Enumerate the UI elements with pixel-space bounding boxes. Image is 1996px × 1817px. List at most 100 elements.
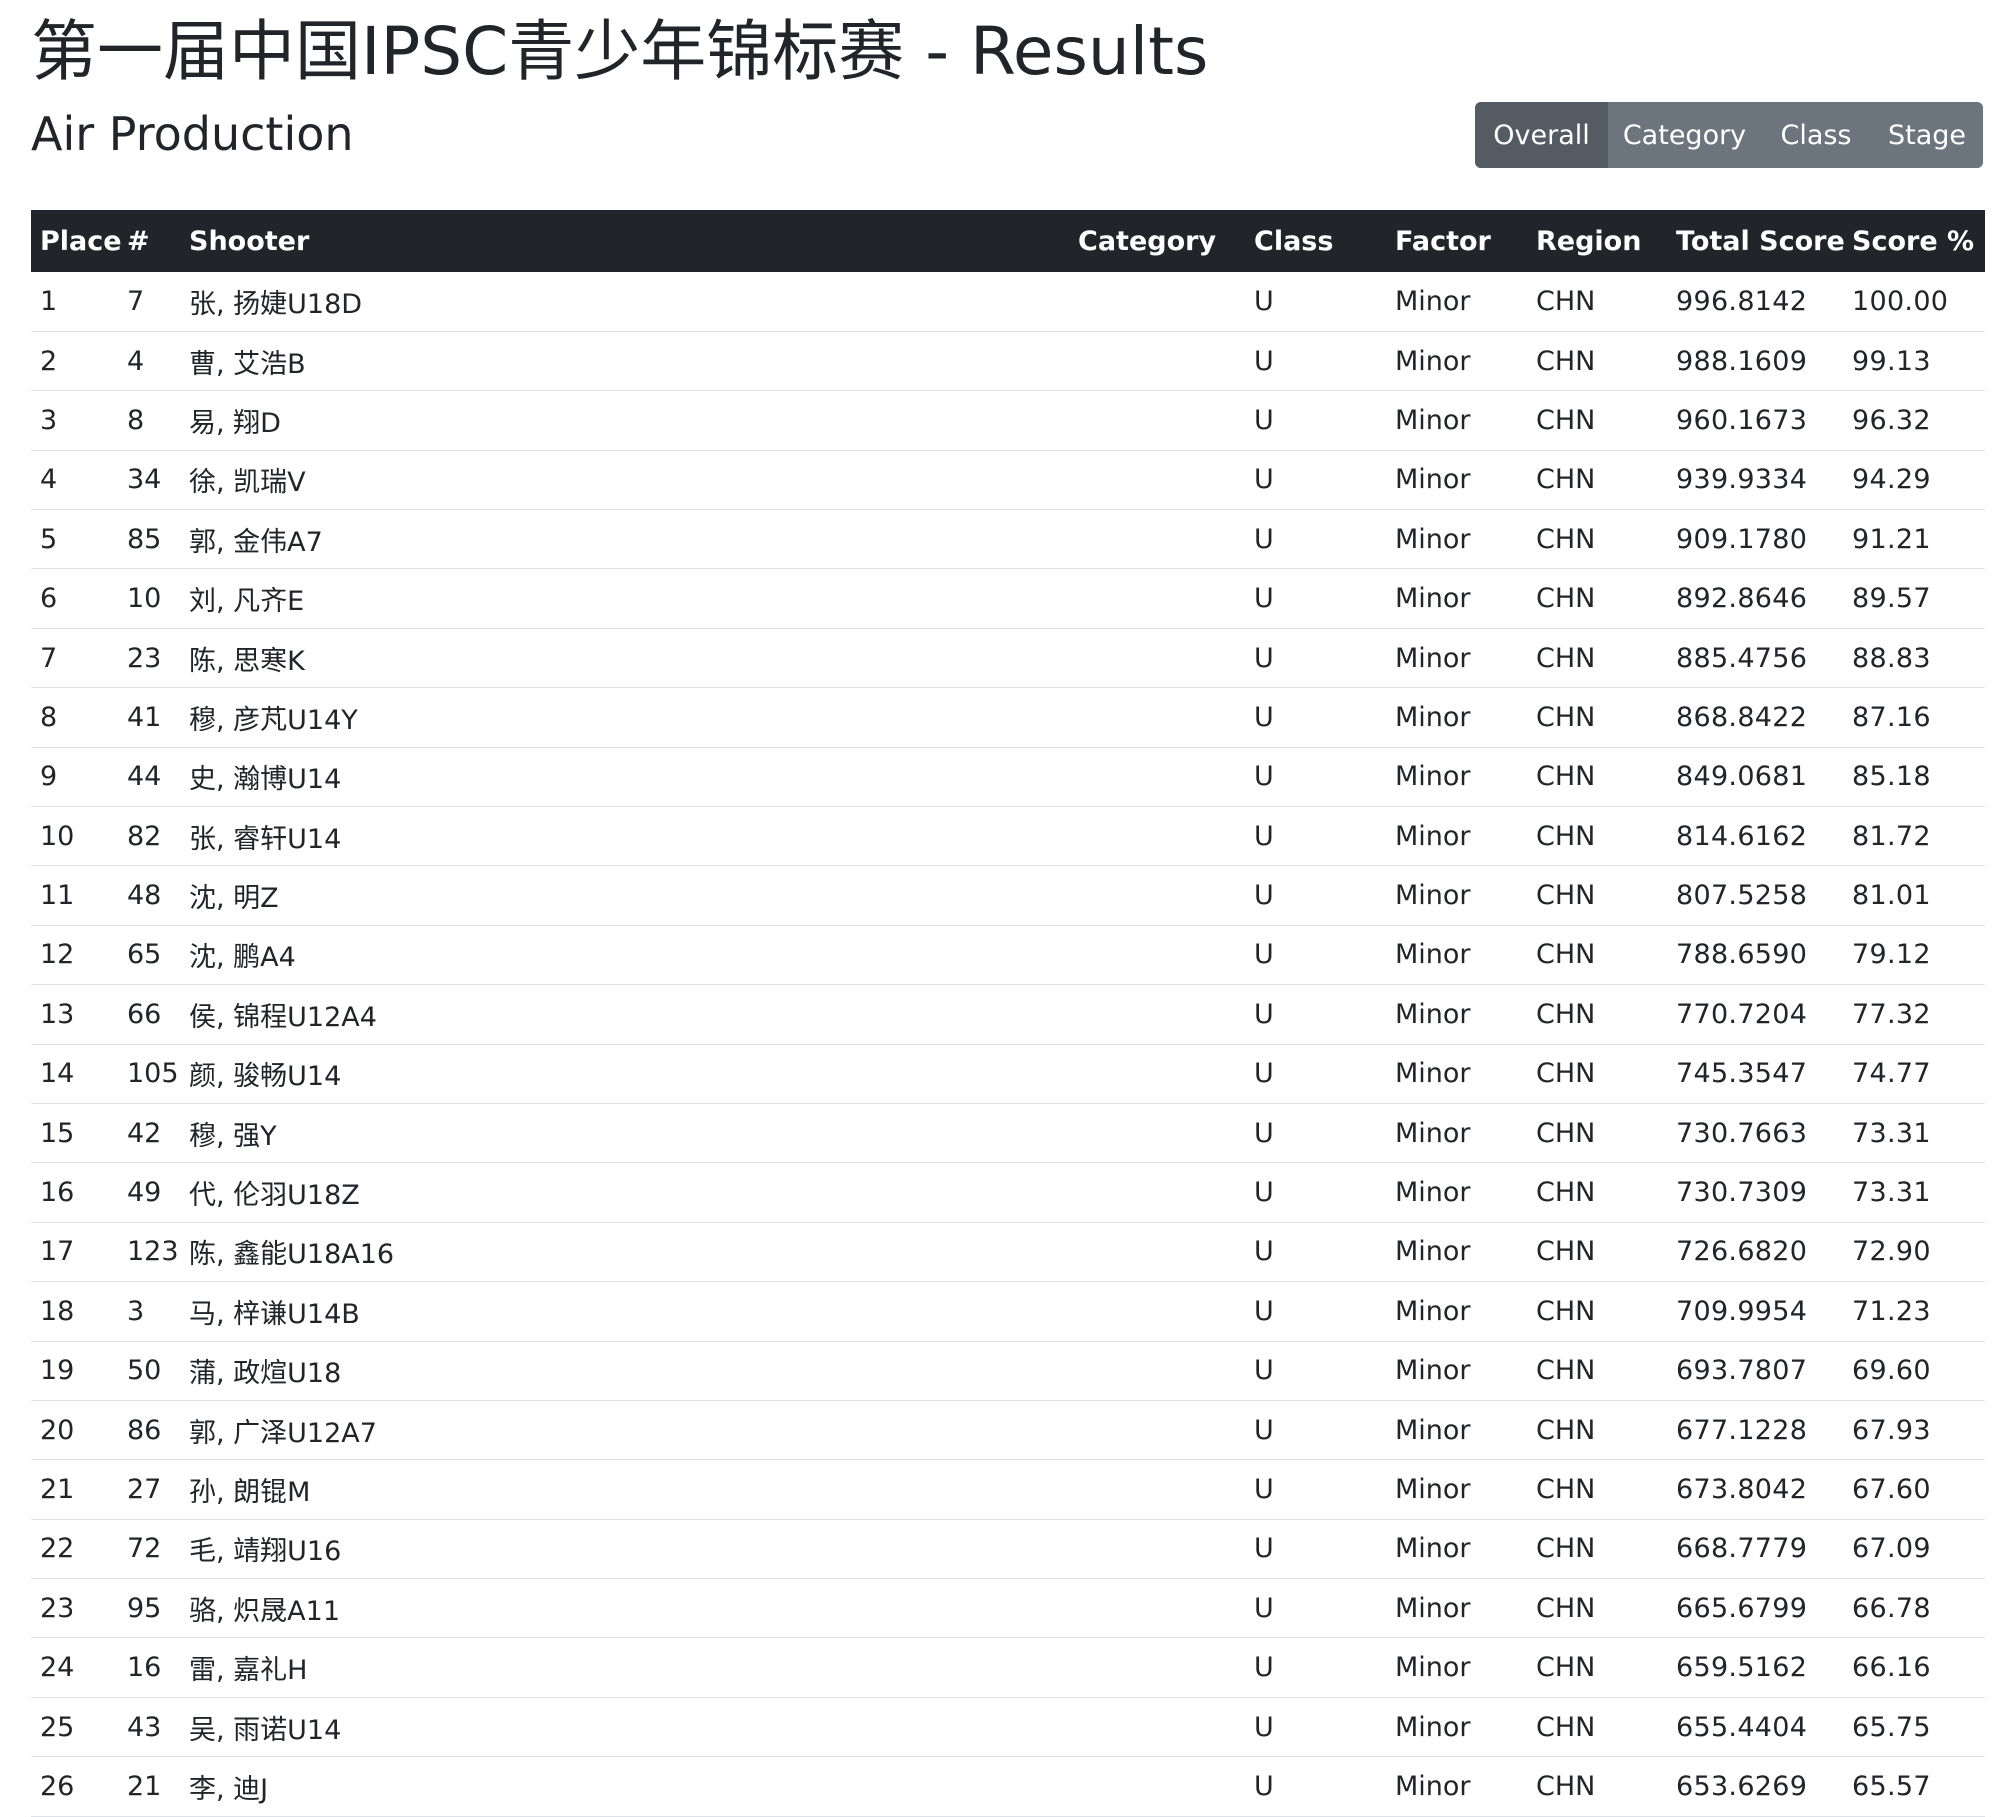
cell-category: [1069, 450, 1245, 511]
cell-pct: 99.13: [1843, 331, 1985, 392]
table-row[interactable]: 3 8 易, 翔D U Minor CHN 960.1673 96.32: [31, 390, 1985, 451]
table-row[interactable]: 4 34 徐, 凯瑞V U Minor CHN 939.9334 94.29: [31, 450, 1985, 511]
cell-shooter[interactable]: 颜, 骏畅U14: [180, 1044, 1069, 1104]
cell-class: U: [1245, 1281, 1386, 1342]
cell-shooter[interactable]: 徐, 凯瑞V: [180, 450, 1069, 511]
table-row[interactable]: 14 105 颜, 骏畅U14 U Minor CHN 745.3547 74.77: [31, 1044, 1985, 1104]
cell-category: [1069, 628, 1245, 689]
table-row[interactable]: 25 43 吴, 雨诺U14 U Minor CHN 655.4404 65.75: [31, 1697, 1985, 1758]
table-row[interactable]: 19 50 蒲, 政煊U18 U Minor CHN 693.7807 69.60: [31, 1341, 1985, 1401]
table-row[interactable]: 9 44 史, 瀚博U14 U Minor CHN 849.0681 85.18: [31, 747, 1985, 808]
cell-pct: 65.75: [1843, 1697, 1985, 1758]
cell-shooter[interactable]: 代, 伦羽U18Z: [180, 1162, 1069, 1223]
cell-pct: 66.16: [1843, 1637, 1985, 1698]
tab-class[interactable]: Class: [1761, 102, 1871, 168]
cell-place: 2: [31, 331, 118, 392]
cell-shooter[interactable]: 骆, 炽晟A11: [180, 1578, 1069, 1639]
table-row[interactable]: 5 85 郭, 金伟A7 U Minor CHN 909.1780 91.21: [31, 509, 1985, 570]
table-row[interactable]: 6 10 刘, 凡齐E U Minor CHN 892.8646 89.57: [31, 568, 1985, 629]
cell-shooter[interactable]: 穆, 强Y: [180, 1103, 1069, 1164]
cell-shooter[interactable]: 郭, 广泽U12A7: [180, 1400, 1069, 1461]
cell-shooter[interactable]: 穆, 彦芃U14Y: [180, 687, 1069, 748]
cell-shooter[interactable]: 易, 翔D: [180, 390, 1069, 451]
table-row[interactable]: 23 95 骆, 炽晟A11 U Minor CHN 665.6799 66.78: [31, 1578, 1985, 1639]
division-subtitle: Air Production: [31, 107, 354, 161]
cell-pct: 74.77: [1843, 1044, 1985, 1104]
column-header-factor[interactable]: Factor: [1386, 210, 1527, 272]
cell-number: 48: [118, 865, 180, 926]
cell-factor: Minor: [1386, 568, 1527, 629]
table-row[interactable]: 24 16 雷, 嘉礼H U Minor CHN 659.5162 66.16: [31, 1637, 1985, 1698]
cell-shooter[interactable]: 马, 梓谦U14B: [180, 1281, 1069, 1342]
cell-shooter[interactable]: 蒲, 政煊U18: [180, 1341, 1069, 1401]
table-row[interactable]: 2 4 曹, 艾浩B U Minor CHN 988.1609 99.13: [31, 331, 1985, 392]
table-row[interactable]: 16 49 代, 伦羽U18Z U Minor CHN 730.7309 73.31: [31, 1162, 1985, 1223]
column-header-class[interactable]: Class: [1245, 210, 1386, 272]
tab-stage[interactable]: Stage: [1871, 102, 1983, 168]
cell-place: 20: [31, 1400, 118, 1461]
column-header-total-score[interactable]: Total Score: [1667, 210, 1845, 272]
column-header-number[interactable]: #: [118, 210, 180, 272]
cell-region: CHN: [1527, 568, 1667, 629]
table-row[interactable]: 26 21 李, 迪J U Minor CHN 653.6269 65.57: [31, 1756, 1985, 1817]
cell-place: 25: [31, 1697, 118, 1758]
cell-number: 72: [118, 1519, 180, 1580]
cell-score: 730.7663: [1667, 1103, 1843, 1164]
cell-class: U: [1245, 568, 1386, 629]
cell-shooter[interactable]: 曹, 艾浩B: [180, 331, 1069, 392]
table-row[interactable]: 20 86 郭, 广泽U12A7 U Minor CHN 677.1228 67.93: [31, 1400, 1985, 1461]
cell-shooter[interactable]: 陈, 鑫能U18A16: [180, 1222, 1069, 1283]
cell-category: [1069, 1459, 1245, 1520]
table-row[interactable]: 7 23 陈, 思寒K U Minor CHN 885.4756 88.83: [31, 628, 1985, 689]
cell-shooter[interactable]: 沈, 明Z: [180, 865, 1069, 926]
table-row[interactable]: 11 48 沈, 明Z U Minor CHN 807.5258 81.01: [31, 865, 1985, 926]
tab-category[interactable]: Category: [1608, 102, 1761, 168]
cell-class: U: [1245, 806, 1386, 867]
tab-overall[interactable]: Overall: [1475, 102, 1608, 168]
cell-number: 41: [118, 687, 180, 748]
column-header-score-pct[interactable]: Score %: [1843, 210, 1985, 272]
table-row[interactable]: 10 82 张, 睿轩U14 U Minor CHN 814.6162 81.72: [31, 806, 1985, 867]
table-header: Place # Shooter Category Class Factor Re…: [31, 210, 1985, 272]
cell-region: CHN: [1527, 1281, 1667, 1342]
cell-shooter[interactable]: 沈, 鹏A4: [180, 925, 1069, 986]
table-row[interactable]: 22 72 毛, 靖翔U16 U Minor CHN 668.7779 67.09: [31, 1519, 1985, 1580]
table-row[interactable]: 15 42 穆, 强Y U Minor CHN 730.7663 73.31: [31, 1103, 1985, 1164]
cell-shooter[interactable]: 张, 扬婕U18D: [180, 272, 1069, 332]
cell-score: 807.5258: [1667, 865, 1843, 926]
cell-score: 814.6162: [1667, 806, 1843, 867]
cell-class: U: [1245, 450, 1386, 511]
cell-region: CHN: [1527, 1222, 1667, 1283]
cell-class: U: [1245, 687, 1386, 748]
cell-shooter[interactable]: 陈, 思寒K: [180, 628, 1069, 689]
cell-shooter[interactable]: 雷, 嘉礼H: [180, 1637, 1069, 1698]
cell-shooter[interactable]: 毛, 靖翔U16: [180, 1519, 1069, 1580]
cell-category: [1069, 984, 1245, 1045]
cell-shooter[interactable]: 史, 瀚博U14: [180, 747, 1069, 808]
column-header-place[interactable]: Place: [31, 210, 122, 272]
cell-shooter[interactable]: 侯, 锦程U12A4: [180, 984, 1069, 1045]
cell-score: 892.8646: [1667, 568, 1843, 629]
table-row[interactable]: 13 66 侯, 锦程U12A4 U Minor CHN 770.7204 77.32: [31, 984, 1985, 1045]
table-row[interactable]: 21 27 孙, 朗锟M U Minor CHN 673.8042 67.60: [31, 1459, 1985, 1520]
cell-category: [1069, 1103, 1245, 1164]
view-tabs: Overall Category Class Stage: [1475, 102, 1983, 168]
table-row[interactable]: 12 65 沈, 鹏A4 U Minor CHN 788.6590 79.12: [31, 925, 1985, 986]
cell-shooter[interactable]: 李, 迪J: [180, 1756, 1069, 1817]
table-row[interactable]: 1 7 张, 扬婕U18D U Minor CHN 996.8142 100.00: [31, 272, 1985, 332]
cell-shooter[interactable]: 孙, 朗锟M: [180, 1459, 1069, 1520]
column-header-shooter[interactable]: Shooter: [180, 210, 1069, 272]
cell-region: CHN: [1527, 1162, 1667, 1223]
cell-shooter[interactable]: 刘, 凡齐E: [180, 568, 1069, 629]
cell-category: [1069, 1637, 1245, 1698]
table-row[interactable]: 18 3 马, 梓谦U14B U Minor CHN 709.9954 71.23: [31, 1281, 1985, 1342]
cell-shooter[interactable]: 吴, 雨诺U14: [180, 1697, 1069, 1758]
cell-factor: Minor: [1386, 1222, 1527, 1283]
cell-shooter[interactable]: 郭, 金伟A7: [180, 509, 1069, 570]
column-header-region[interactable]: Region: [1527, 210, 1667, 272]
cell-shooter[interactable]: 张, 睿轩U14: [180, 806, 1069, 867]
cell-pct: 66.78: [1843, 1578, 1985, 1639]
column-header-category[interactable]: Category: [1069, 210, 1245, 272]
table-row[interactable]: 8 41 穆, 彦芃U14Y U Minor CHN 868.8422 87.16: [31, 687, 1985, 748]
table-row[interactable]: 17 123 陈, 鑫能U18A16 U Minor CHN 726.6820 72.90: [31, 1222, 1985, 1283]
